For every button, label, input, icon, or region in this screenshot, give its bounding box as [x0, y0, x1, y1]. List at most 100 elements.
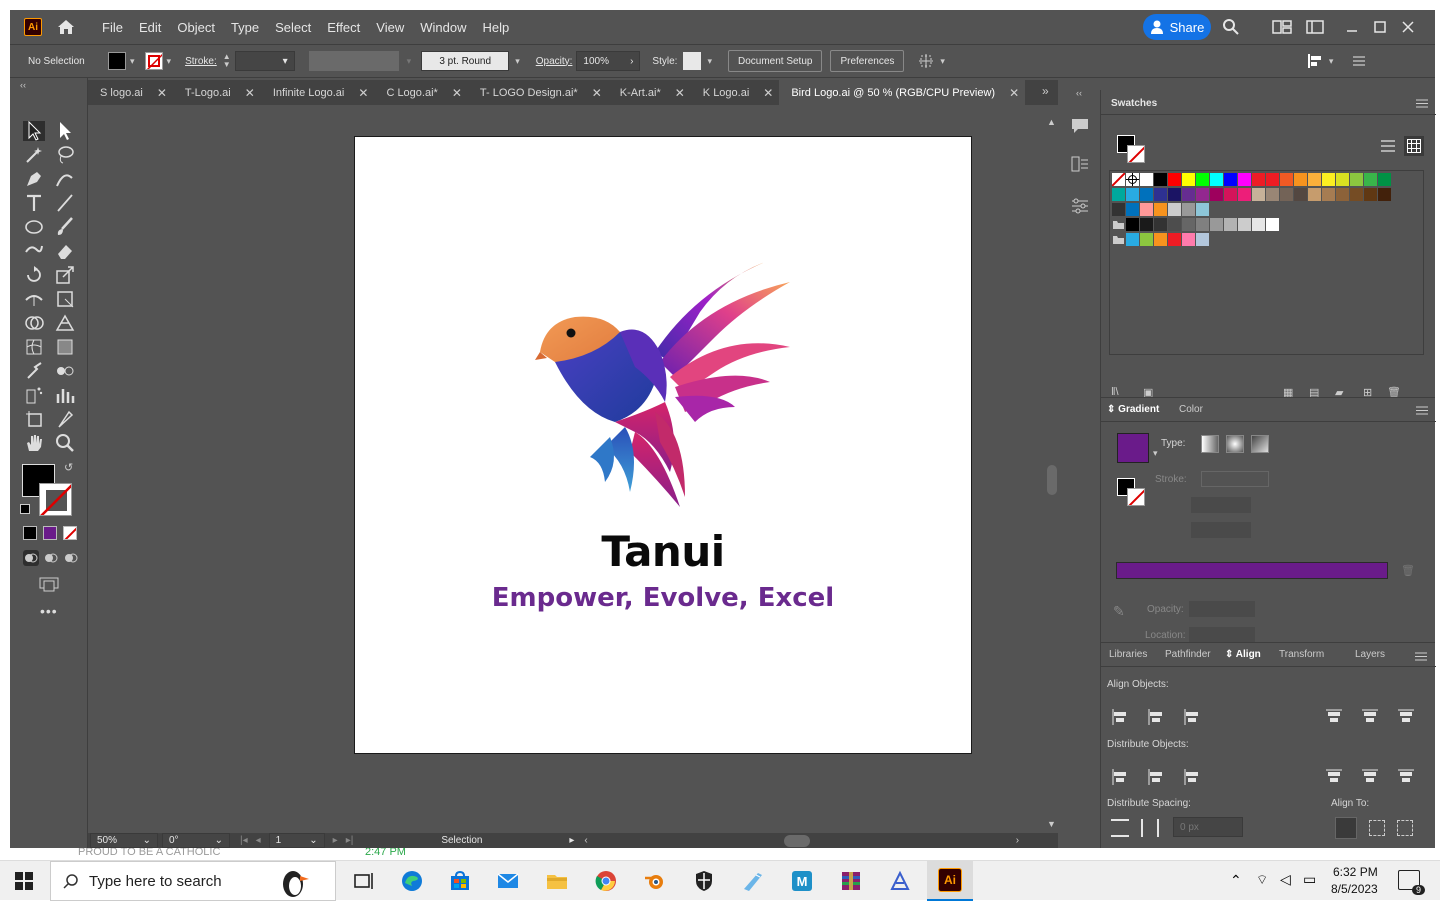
workspace-icon[interactable]	[1306, 20, 1324, 34]
swatch[interactable]	[1210, 173, 1223, 186]
color-group-folder-icon[interactable]	[1112, 233, 1125, 246]
swatch[interactable]	[1140, 173, 1153, 186]
swatch[interactable]	[1364, 173, 1377, 186]
swatch[interactable]	[1308, 173, 1321, 186]
swatch[interactable]	[1182, 188, 1195, 201]
collapse-toolbar-icon[interactable]: ‹‹	[20, 80, 26, 90]
grid-view-icon[interactable]	[1404, 136, 1424, 156]
swatch[interactable]	[1210, 218, 1223, 231]
align-dropdown-icon[interactable]: ▾	[1329, 56, 1334, 67]
swatch[interactable]	[1126, 203, 1139, 216]
paintbrush-tool-icon[interactable]	[54, 217, 76, 237]
swatch[interactable]	[1196, 188, 1209, 201]
swatch[interactable]	[1378, 173, 1391, 186]
menu-file[interactable]: File	[94, 20, 131, 35]
line-tool-icon[interactable]	[54, 193, 76, 213]
menu-effect[interactable]: Effect	[319, 20, 368, 35]
close-tab-icon[interactable]: ✕	[1009, 86, 1019, 100]
swatch[interactable]	[1196, 218, 1209, 231]
comments-icon[interactable]	[1071, 118, 1089, 134]
location-input[interactable]	[1189, 627, 1255, 643]
file-explorer-icon[interactable]	[545, 869, 569, 893]
scroll-down-icon[interactable]: ▼	[1047, 819, 1056, 829]
freeform-gradient-button[interactable]	[1251, 435, 1269, 453]
swatch[interactable]	[1154, 203, 1167, 216]
swatch[interactable]	[1168, 188, 1181, 201]
zoom-select[interactable]: 50% ⌄	[90, 833, 158, 848]
search-icon[interactable]	[1222, 18, 1240, 36]
swatch[interactable]	[1182, 173, 1195, 186]
properties-icon[interactable]	[1071, 156, 1089, 172]
swatch[interactable]	[1238, 218, 1251, 231]
document-tab[interactable]: K-Art.ai* ✕	[608, 80, 691, 105]
tab-pathfinder[interactable]: Pathfinder	[1165, 649, 1211, 660]
type-tool-icon[interactable]	[23, 193, 45, 213]
taskbar-search[interactable]: Type here to search	[50, 861, 336, 901]
hand-tool-icon[interactable]	[23, 433, 45, 453]
windows-start-icon[interactable]	[15, 872, 33, 890]
radial-gradient-button[interactable]	[1226, 435, 1244, 453]
swatch[interactable]	[1140, 218, 1153, 231]
gradient-mode-icon[interactable]	[43, 526, 57, 540]
swatch[interactable]	[1322, 173, 1335, 186]
tab-color[interactable]: Color	[1179, 404, 1203, 415]
edge-icon[interactable]	[400, 869, 424, 893]
curvature-tool-icon[interactable]	[54, 169, 76, 189]
close-tab-icon[interactable]: ✕	[358, 86, 368, 100]
align-to-key-object-button[interactable]	[1397, 820, 1413, 836]
distribute-vertical-center-icon[interactable]	[1147, 768, 1165, 786]
blender-icon[interactable]	[643, 869, 667, 893]
show-hidden-icon[interactable]: ⌃	[1230, 872, 1242, 889]
vertical-scrollbar[interactable]: ▲ ▼	[1044, 105, 1058, 833]
swatch[interactable]	[1140, 233, 1153, 246]
style-swatch[interactable]	[683, 52, 702, 70]
menu-help[interactable]: Help	[474, 20, 517, 35]
distribute-horizontal-center-icon[interactable]	[1361, 768, 1379, 786]
rotate-tool-icon[interactable]	[23, 265, 45, 285]
close-tab-icon[interactable]: ✕	[592, 86, 602, 100]
graph-tool-icon[interactable]	[54, 385, 76, 405]
bird-logo[interactable]	[535, 262, 795, 512]
store-icon[interactable]	[448, 869, 472, 893]
direct-selection-tool-icon[interactable]	[54, 121, 76, 141]
ellipse-tool-icon[interactable]	[23, 217, 45, 237]
chrome-icon[interactable]	[594, 869, 618, 893]
m-app-icon[interactable]: M	[790, 869, 814, 893]
battery-icon[interactable]: ▭	[1303, 871, 1316, 888]
close-tab-icon[interactable]: ✕	[763, 86, 773, 100]
distribute-top-icon[interactable]	[1111, 768, 1129, 786]
swatch[interactable]	[1154, 218, 1167, 231]
menu-edit[interactable]: Edit	[131, 20, 169, 35]
swatch[interactable]	[1154, 233, 1167, 246]
align-horizontal-center-icon[interactable]	[1147, 708, 1165, 726]
mail-icon[interactable]	[496, 869, 520, 893]
menu-window[interactable]: Window	[412, 20, 474, 35]
list-view-icon[interactable]	[1381, 140, 1395, 152]
stroke-dropdown-icon[interactable]: ▾	[167, 56, 172, 67]
style-dropdown-icon[interactable]: ▾	[707, 56, 712, 67]
gradient-tool-icon[interactable]	[54, 337, 76, 357]
adjustments-icon[interactable]	[1071, 198, 1089, 214]
aspect-input[interactable]	[1191, 522, 1251, 538]
document-tab[interactable]: Bird Logo.ai @ 50 % (RGB/CPU Preview) ✕	[779, 80, 1026, 105]
swatch[interactable]	[1252, 188, 1265, 201]
swatch[interactable]	[1140, 203, 1153, 216]
swatch[interactable]	[1238, 188, 1251, 201]
maximize-icon[interactable]	[1374, 21, 1386, 33]
color-mode-icon[interactable]	[23, 526, 37, 540]
gradient-preview[interactable]	[1117, 433, 1149, 463]
scale-tool-icon[interactable]	[54, 265, 76, 285]
align-bottom-icon[interactable]	[1397, 708, 1415, 726]
artboard-select[interactable]: 1 ⌄	[268, 833, 325, 848]
document-tab[interactable]: K Logo.ai ✕	[691, 80, 780, 105]
swatch[interactable]	[1196, 233, 1209, 246]
stroke-stepper[interactable]: ▲ ▼	[223, 53, 231, 69]
tab-overflow-icon[interactable]: »	[1042, 84, 1049, 98]
network-icon[interactable]: ⌔	[1256, 872, 1268, 888]
tab-align[interactable]: ⇕ Align	[1225, 649, 1261, 660]
swatch[interactable]	[1224, 218, 1237, 231]
swatch[interactable]	[1168, 233, 1181, 246]
arrange-icon[interactable]	[918, 53, 936, 69]
more-tools-icon[interactable]: •••	[40, 603, 58, 619]
tab-libraries[interactable]: Libraries	[1109, 649, 1147, 660]
